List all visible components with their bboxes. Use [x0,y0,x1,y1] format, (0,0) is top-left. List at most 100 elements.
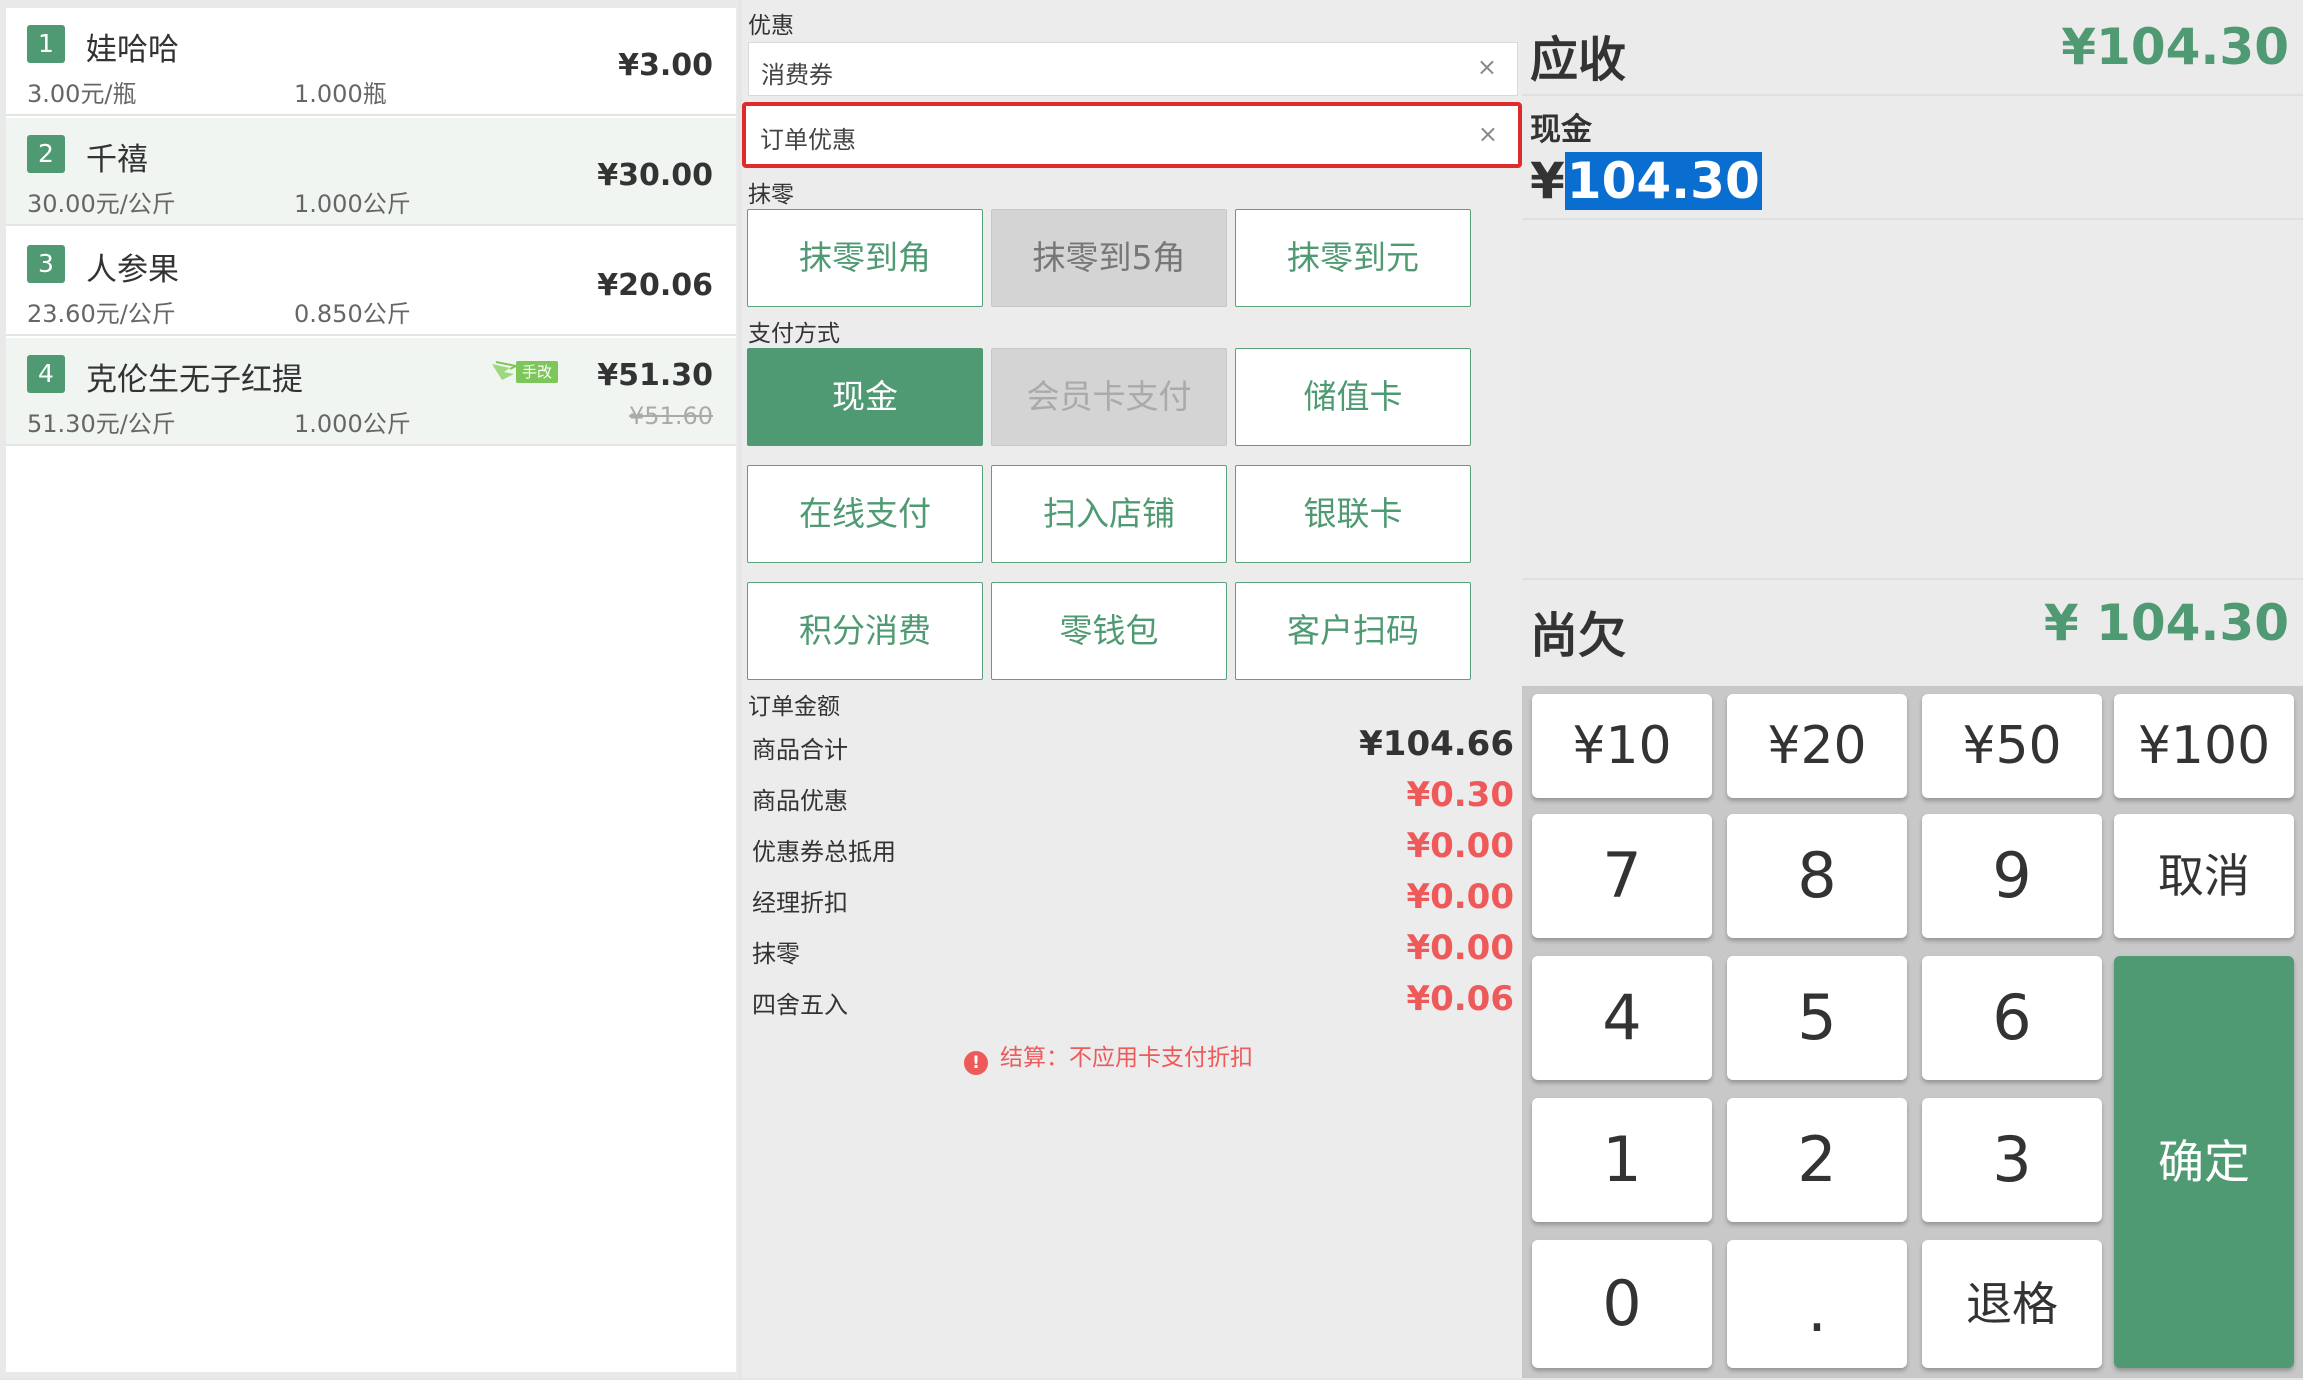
receivable-label: 应收 [1530,32,1627,88]
key-5[interactable]: 5 [1727,956,1907,1080]
summary-label: 商品合计 [752,736,848,764]
receivable-amount: ¥104.30 [2061,18,2289,76]
quick-20-button[interactable]: ¥20 [1727,694,1907,798]
cart-item[interactable]: 1 娃哈哈 3.00元/瓶 1.000瓶 ¥3.00 [6,8,736,116]
order-discount-clear-icon[interactable]: × [1478,120,1498,148]
round-to-half-yuan-button[interactable]: 抹零到5角 [991,209,1227,307]
pay-wallet-button[interactable]: 零钱包 [991,582,1227,680]
summary-value: ¥104.66 [1359,724,1514,764]
manual-edit-badge: 手改 [490,358,560,384]
pay-customer-scan-button[interactable]: 客户扫码 [1235,582,1471,680]
summary-row-goods-total: 商品合计 ¥104.66 [752,724,1514,764]
key-1[interactable]: 1 [1532,1098,1712,1222]
item-total: ¥3.00 [618,48,713,83]
summary-value: ¥0.06 [1406,979,1514,1019]
quick-10-button[interactable]: ¥10 [1532,694,1712,798]
summary-value: ¥0.00 [1406,826,1514,866]
settlement-notice: ! 结算：不应用卡支付折扣 [964,1038,1253,1075]
item-unit-price: 30.00元/公斤 [27,190,176,218]
pay-stored-value-card-button[interactable]: 储值卡 [1235,348,1471,446]
cart-item[interactable]: 3 人参果 23.60元/公斤 0.850公斤 ¥20.06 [6,228,736,336]
summary-value: ¥0.00 [1406,877,1514,917]
item-name: 千禧 [86,142,148,178]
settlement-panel: 优惠 消费券 × 订单优惠 × 抹零 抹零到角 抹零到5角 抹零到元 支付方式 … [742,0,1522,1378]
summary-row-coupon: 优惠券总抵用 ¥0.00 [752,826,1514,866]
item-index-badge: 2 [27,135,65,173]
item-unit-price: 51.30元/公斤 [27,410,176,438]
round-to-yuan-button[interactable]: 抹零到元 [1235,209,1471,307]
payment-section-label: 支付方式 [748,321,840,347]
quick-100-button[interactable]: ¥100 [2114,694,2294,798]
order-amount-section-label: 订单金额 [748,694,840,720]
item-quantity: 1.000公斤 [294,190,411,218]
coupon-field[interactable]: 消费券 × [748,42,1518,96]
pay-unionpay-button[interactable]: 银联卡 [1235,465,1471,563]
summary-row-manager-discount: 经理折扣 ¥0.00 [752,877,1514,917]
summary-value: ¥0.30 [1406,775,1514,815]
cart-item[interactable]: 4 克伦生无子红提 手改 51.30元/公斤 1.000公斤 ¥51.30 ¥5… [6,338,736,446]
item-total: ¥51.30 [597,358,713,393]
pay-scan-store-button[interactable]: 扫入店铺 [991,465,1227,563]
key-7[interactable]: 7 [1532,814,1712,938]
manual-edit-label: 手改 [516,361,558,383]
summary-label: 抹零 [752,940,800,968]
pay-cash-button[interactable]: 现金 [747,348,983,446]
key-dot[interactable]: . [1727,1240,1907,1368]
cash-amount-value[interactable]: 104.30 [1564,152,1762,210]
item-index-badge: 1 [27,25,65,63]
quick-50-button[interactable]: ¥50 [1922,694,2102,798]
notice-text: 结算：不应用卡支付折扣 [1000,1045,1253,1071]
item-quantity: 0.850公斤 [294,300,411,328]
item-unit-price: 23.60元/公斤 [27,300,176,328]
cart-item[interactable]: 2 千禧 30.00元/公斤 1.000公斤 ¥30.00 [6,118,736,226]
divider [1522,218,2303,220]
key-2[interactable]: 2 [1727,1098,1907,1222]
cash-amount-input[interactable]: ¥104.30 [1530,152,1762,214]
coupon-placeholder: 消费券 [761,61,833,89]
order-discount-placeholder: 订单优惠 [760,126,856,154]
owed-label: 尚欠 [1530,608,1627,664]
backspace-button[interactable]: 退格 [1922,1240,2102,1368]
pay-member-card-button[interactable]: 会员卡支付 [991,348,1227,446]
summary-row-round-half: 四舍五入 ¥0.06 [752,979,1514,1019]
amount-display: 应收 ¥104.30 现金 ¥104.30 尚欠 ¥ 104.30 [1522,0,2303,680]
item-total: ¥20.06 [597,268,713,303]
key-8[interactable]: 8 [1727,814,1907,938]
round-to-jiao-button[interactable]: 抹零到角 [747,209,983,307]
divider [1522,578,2303,580]
discount-section-label: 优惠 [748,13,794,39]
key-6[interactable]: 6 [1922,956,2102,1080]
rounding-section-label: 抹零 [748,182,794,208]
key-4[interactable]: 4 [1532,956,1712,1080]
item-name: 娃哈哈 [86,32,179,68]
pay-online-button[interactable]: 在线支付 [747,465,983,563]
item-name: 人参果 [86,252,179,288]
item-quantity: 1.000瓶 [294,80,387,108]
cash-label: 现金 [1530,112,1592,148]
key-3[interactable]: 3 [1922,1098,2102,1222]
key-9[interactable]: 9 [1922,814,2102,938]
item-unit-price: 3.00元/瓶 [27,80,137,108]
item-index-badge: 3 [27,245,65,283]
item-quantity: 1.000公斤 [294,410,411,438]
currency-symbol: ¥ [1530,152,1565,210]
cancel-button[interactable]: 取消 [2114,814,2294,938]
item-name: 克伦生无子红提 [86,362,303,398]
numeric-keypad: ¥10 ¥20 ¥50 ¥100 7 8 9 取消 4 5 6 确定 1 2 3… [1522,686,2303,1378]
alert-icon: ! [964,1051,988,1075]
summary-value: ¥0.00 [1406,928,1514,968]
pay-points-button[interactable]: 积分消费 [747,582,983,680]
confirm-button[interactable]: 确定 [2114,956,2294,1368]
summary-label: 经理折扣 [752,889,848,917]
summary-row-rounding: 抹零 ¥0.00 [752,928,1514,968]
cart-panel: 1 娃哈哈 3.00元/瓶 1.000瓶 ¥3.00 2 千禧 30.00元/公… [0,0,738,1378]
key-0[interactable]: 0 [1532,1240,1712,1368]
item-original-total: ¥51.60 [629,402,713,430]
item-index-badge: 4 [27,355,65,393]
order-discount-field[interactable]: 订单优惠 × [742,102,1522,168]
owed-amount: ¥ 104.30 [2043,594,2289,652]
summary-label: 商品优惠 [752,787,848,815]
summary-label: 优惠券总抵用 [752,838,896,866]
payment-panel: 应收 ¥104.30 现金 ¥104.30 尚欠 ¥ 104.30 ¥10 ¥2… [1522,0,2303,1378]
coupon-clear-icon[interactable]: × [1477,53,1497,81]
